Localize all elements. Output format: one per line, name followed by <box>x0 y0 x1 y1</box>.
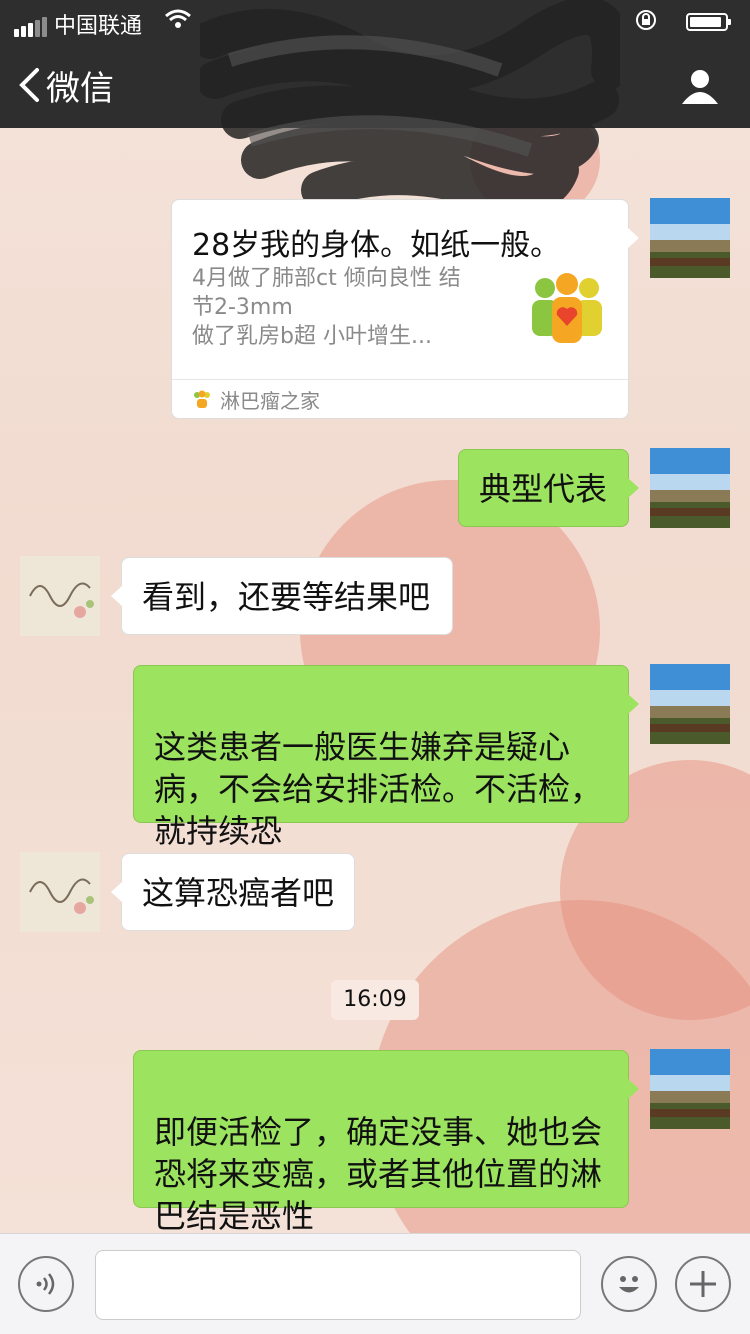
shared-article-card[interactable]: 28岁我的身体。如纸一般。 4月做了肺部ct 倾向良性 结 节2-3mm 做了乳… <box>171 199 639 419</box>
back-label: 微信 <box>46 68 114 109</box>
card-description: 4月做了肺部ct 倾向良性 结 节2-3mm 做了乳房b超 小叶增生... <box>192 266 461 349</box>
signal-icon <box>14 12 49 37</box>
timestamp: 16:09 <box>331 980 419 1020</box>
my-avatar[interactable] <box>650 664 730 744</box>
community-logo-icon <box>530 272 604 350</box>
card-title: 28岁我的身体。如纸一般。 <box>192 228 561 263</box>
message-input[interactable] <box>95 1250 581 1320</box>
plus-icon <box>690 1271 716 1297</box>
wifi-icon <box>164 8 192 36</box>
rotation-lock-icon <box>634 8 658 38</box>
contact-avatar[interactable] <box>20 852 100 932</box>
message-bubble-sent[interactable]: 典型代表 <box>458 449 639 527</box>
emoji-button[interactable] <box>601 1256 657 1312</box>
voice-icon <box>36 1273 55 1295</box>
scribble-redaction <box>200 0 620 205</box>
contact-avatar[interactable] <box>20 556 100 636</box>
message-bubble-sent[interactable]: 即便活检了，确定没事、她也会 恐将来变癌，或者其他位置的淋 巴结是恶性 <box>133 1050 639 1235</box>
message-text: 这算恐癌者吧 <box>142 874 335 912</box>
chevron-left-icon <box>19 68 39 102</box>
my-avatar[interactable] <box>650 448 730 528</box>
message-bubble-received[interactable]: 看到，还要等结果吧 <box>111 557 453 635</box>
more-button[interactable] <box>675 1256 731 1312</box>
smiley-icon <box>619 1276 639 1293</box>
input-bar <box>0 1233 750 1334</box>
message-bubble-received[interactable]: 这算恐癌者吧 <box>111 853 355 931</box>
voice-button[interactable] <box>18 1256 74 1312</box>
card-source: 淋巴瘤之家 <box>172 379 628 418</box>
source-name: 淋巴瘤之家 <box>220 388 320 413</box>
carrier-label: 中国联通 <box>54 14 143 39</box>
my-avatar[interactable] <box>650 1049 730 1129</box>
my-avatar[interactable] <box>650 198 730 278</box>
message-bubble-sent[interactable]: 这类患者一般医生嫌弃是疑心 病，不会给安排活检。不活检， 就持续恐 <box>133 665 639 850</box>
profile-icon[interactable] <box>680 66 720 110</box>
back-button[interactable]: 微信 <box>18 60 114 110</box>
battery-icon <box>686 13 731 31</box>
message-text: 看到，还要等结果吧 <box>142 578 431 616</box>
source-logo-icon <box>194 390 210 408</box>
message-text: 典型代表 <box>479 470 608 508</box>
